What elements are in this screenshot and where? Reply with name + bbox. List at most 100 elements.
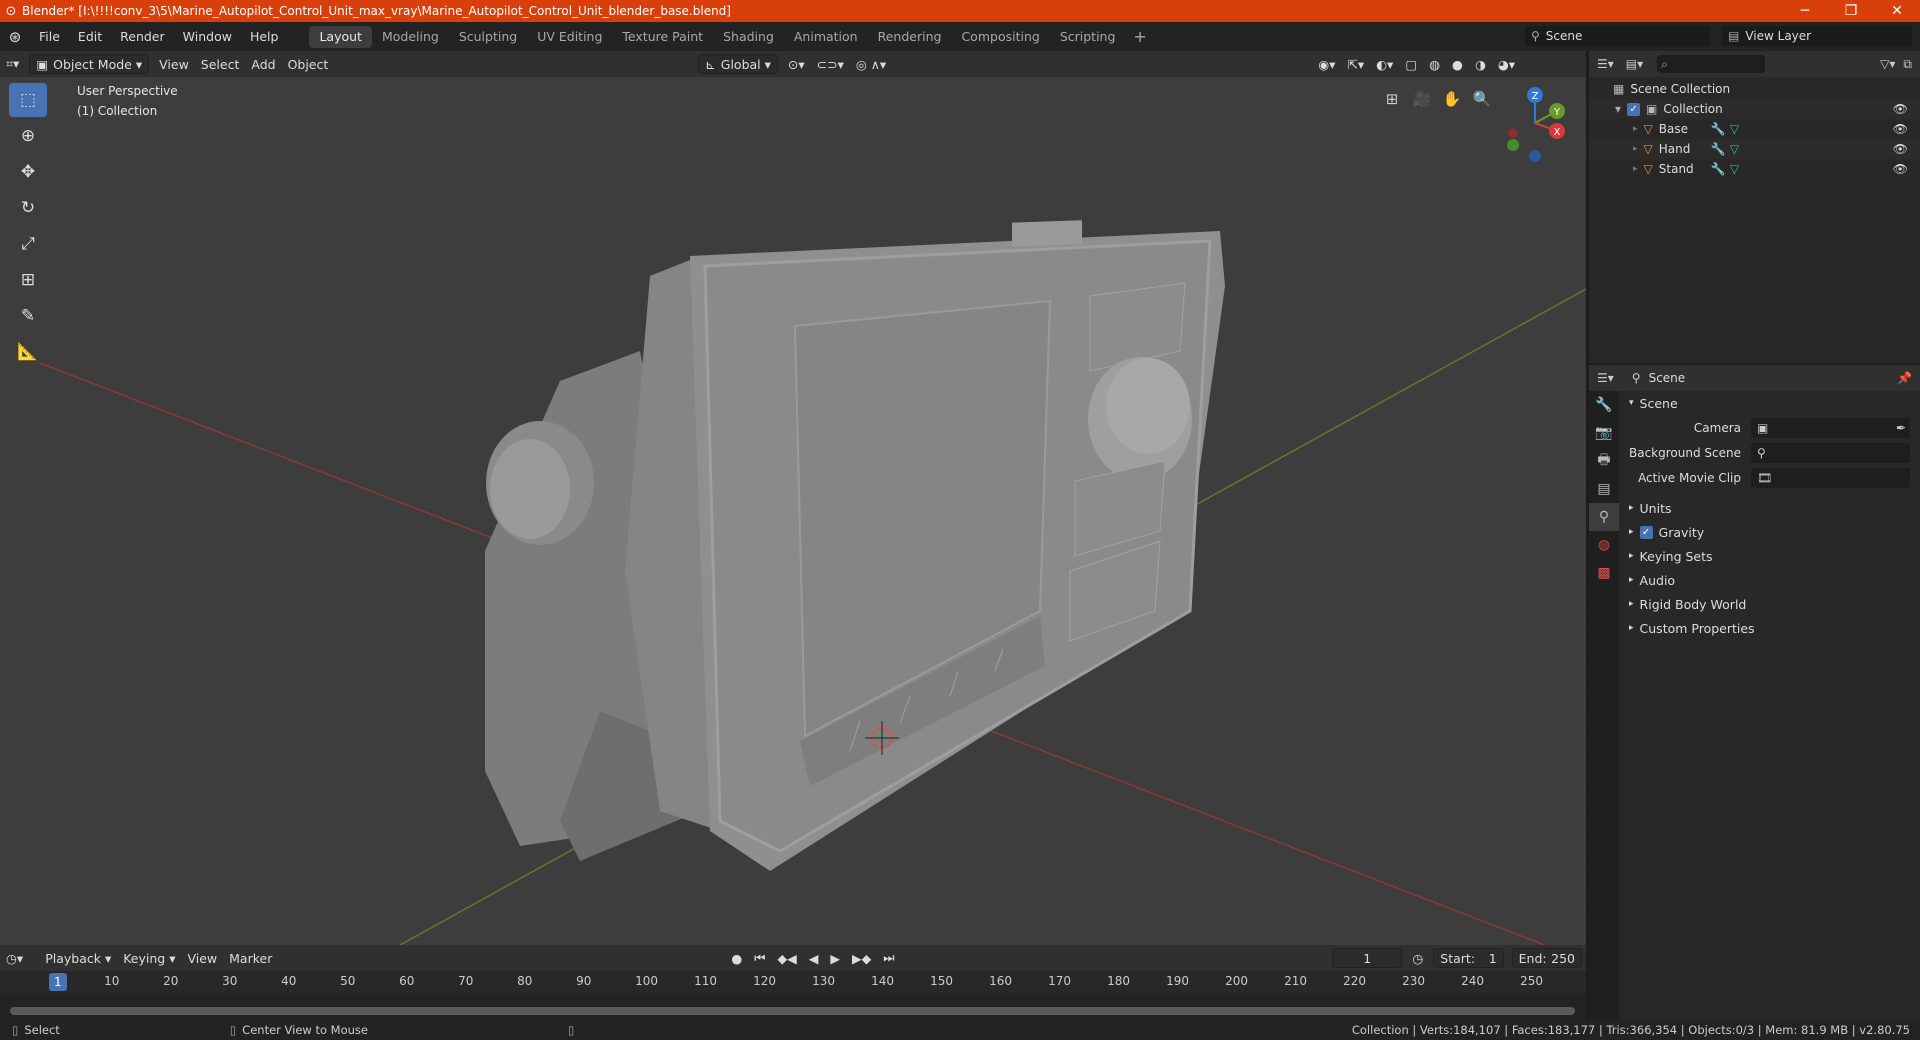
current-frame-marker[interactable]: 1	[49, 973, 67, 991]
timeline-view-menu[interactable]: View	[181, 948, 223, 968]
camera-selector[interactable]: ▣ ✒	[1751, 417, 1910, 438]
world-tab-icon[interactable]: ◍	[1589, 531, 1619, 559]
maximize-button[interactable]: ❐	[1828, 0, 1874, 22]
minimize-button[interactable]: ─	[1782, 0, 1828, 22]
scene-tab-icon[interactable]: ⚲	[1589, 503, 1619, 531]
select-box-icon[interactable]: ⬚	[9, 83, 47, 117]
tree-item-collection[interactable]: ▾ ✓ ▣ Collection 👁	[1589, 99, 1920, 119]
background-scene-selector[interactable]: ⚲	[1751, 442, 1910, 463]
3d-viewport[interactable]: ⌗▾ ▣ Object Mode ▾ View Select Add Object…	[0, 51, 1586, 945]
play-icon[interactable]: ▶	[824, 948, 846, 968]
overlays-icon[interactable]: ◐▾	[1370, 54, 1399, 74]
texture-tab-icon[interactable]: ▩	[1589, 559, 1619, 587]
scale-icon[interactable]: ⤢	[9, 227, 47, 261]
custom-properties-panel[interactable]: ▸ Custom Properties	[1621, 616, 1920, 640]
menu-window[interactable]: Window	[174, 29, 241, 44]
menu-help[interactable]: Help	[241, 29, 288, 44]
record-icon[interactable]: ●	[725, 948, 748, 968]
frame-ruler[interactable]: 1 10 20 30 40 50 60 70 80 90 100 110 120 130 140 150 160…	[0, 971, 1586, 993]
outliner-search-field[interactable]: ⌕	[1657, 55, 1766, 73]
pan-hand-icon[interactable]: ✋	[1438, 85, 1466, 113]
eye-icon[interactable]: 👁	[1893, 142, 1908, 156]
timeline-scrollbar[interactable]	[10, 1007, 1575, 1015]
mesh-data-icon[interactable]: ▽	[1730, 122, 1739, 136]
close-button[interactable]: ✕	[1874, 0, 1920, 22]
menu-add[interactable]: Add	[245, 54, 281, 74]
expand-stand-icon[interactable]: ▸	[1633, 164, 1638, 174]
gravity-checkbox[interactable]: ✓	[1639, 525, 1653, 539]
modifier-wrench-icon[interactable]: 🔧	[1711, 142, 1726, 156]
tree-item-hand[interactable]: ▸ ▽ Hand 🔧 ▽ 👁	[1589, 139, 1920, 159]
expand-base-icon[interactable]: ▸	[1633, 124, 1638, 134]
shading-wireframe-icon[interactable]: ◍	[1423, 54, 1446, 74]
auto-keying-clock-icon[interactable]: ◷	[1406, 948, 1429, 968]
expand-collection-icon[interactable]: ▾	[1615, 102, 1621, 116]
editor-type-icon[interactable]: ⌗▾	[0, 54, 25, 74]
marker-menu[interactable]: Marker	[223, 948, 278, 968]
menu-object[interactable]: Object	[282, 54, 335, 74]
tree-item-scene-collection[interactable]: ▦ Scene Collection	[1589, 79, 1920, 99]
start-frame-field[interactable]: Start: 1	[1433, 948, 1504, 968]
xray-icon[interactable]: ▢	[1399, 54, 1423, 74]
tool-tab-icon[interactable]: 🔧	[1589, 391, 1619, 419]
output-tab-icon[interactable]: 🖶	[1589, 447, 1619, 475]
tab-shading[interactable]: Shading	[713, 26, 784, 48]
tab-compositing[interactable]: Compositing	[951, 26, 1049, 48]
mesh-data-icon[interactable]: ▽	[1730, 162, 1739, 176]
filter-icon[interactable]: ▽▾	[1880, 57, 1895, 71]
orientation-selector[interactable]: ⊾ Global ▾	[698, 54, 778, 74]
rigid-body-world-panel[interactable]: ▸ Rigid Body World	[1621, 592, 1920, 616]
tab-texture-paint[interactable]: Texture Paint	[612, 26, 713, 48]
end-frame-field[interactable]: End: 250	[1511, 948, 1583, 968]
next-keyframe-icon[interactable]: ▶◆	[846, 948, 877, 968]
keying-menu[interactable]: Keying ▾	[117, 948, 181, 968]
movie-clip-selector[interactable]: 🎞	[1751, 467, 1910, 488]
current-frame-field[interactable]: 1	[1332, 948, 1403, 968]
view-layer-tab-icon[interactable]: ▤	[1589, 475, 1619, 503]
move-icon[interactable]: ✥	[9, 155, 47, 189]
tab-uv-editing[interactable]: UV Editing	[527, 26, 612, 48]
cursor-icon[interactable]: ⊕	[9, 119, 47, 153]
menu-select[interactable]: Select	[195, 54, 246, 74]
gizmo-icon[interactable]: ⇱▾	[1341, 54, 1370, 74]
playback-menu[interactable]: Playback ▾	[39, 948, 117, 968]
menu-edit[interactable]: Edit	[69, 29, 111, 44]
add-workspace-icon[interactable]: +	[1125, 27, 1154, 46]
measure-icon[interactable]: 📐	[9, 335, 47, 369]
timeline-editor-icon[interactable]: ◷▾	[0, 948, 29, 968]
mode-selector[interactable]: ▣ Object Mode ▾	[29, 54, 150, 74]
properties-editor-icon[interactable]: ☰▾	[1597, 371, 1614, 385]
proportional-edit-icon[interactable]: ◎ ∧▾	[850, 54, 892, 74]
tab-rendering[interactable]: Rendering	[868, 26, 952, 48]
tree-item-stand[interactable]: ▸ ▽ Stand 🔧 ▽ 👁	[1589, 159, 1920, 179]
grid-view-icon[interactable]: ⊞	[1378, 85, 1406, 113]
annotate-icon[interactable]: ✎	[9, 299, 47, 333]
tree-item-base[interactable]: ▸ ▽ Base 🔧 ▽ 👁	[1589, 119, 1920, 139]
snap-icon[interactable]: ⊂⊃▾	[811, 54, 850, 74]
units-panel[interactable]: ▸ Units	[1621, 496, 1920, 520]
shading-solid-icon[interactable]: ●	[1446, 54, 1469, 74]
jump-end-icon[interactable]: ⏭	[877, 948, 900, 968]
jump-start-icon[interactable]: ⏮	[748, 948, 771, 968]
zoom-icon[interactable]: 🔍	[1468, 85, 1496, 113]
transform-icon[interactable]: ⊞	[9, 263, 47, 297]
pin-icon[interactable]: 📌	[1897, 371, 1912, 385]
eye-icon[interactable]: 👁	[1893, 102, 1908, 116]
tab-sculpting[interactable]: Sculpting	[449, 26, 527, 48]
scene-section-header[interactable]: ▾ Scene	[1621, 391, 1920, 415]
shading-material-icon[interactable]: ◑	[1469, 54, 1492, 74]
blender-menu-icon[interactable]: ⊛	[0, 28, 30, 46]
render-tab-icon[interactable]: 📷	[1589, 419, 1619, 447]
pivot-icon[interactable]: ⊙▾	[782, 54, 811, 74]
modifier-wrench-icon[interactable]: 🔧	[1711, 122, 1726, 136]
new-collection-icon[interactable]: ⧉	[1903, 57, 1912, 72]
gravity-panel[interactable]: ▸ ✓ Gravity	[1621, 520, 1920, 544]
modifier-wrench-icon[interactable]: 🔧	[1711, 162, 1726, 176]
scene-selector[interactable]: ⚲ Scene	[1525, 26, 1710, 46]
tab-layout[interactable]: Layout	[309, 25, 372, 48]
outliner-editor-icon[interactable]: ☰▾	[1597, 57, 1614, 71]
menu-render[interactable]: Render	[111, 29, 174, 44]
eye-icon[interactable]: 👁	[1893, 122, 1908, 136]
expand-hand-icon[interactable]: ▸	[1633, 144, 1638, 154]
mesh-data-icon[interactable]: ▽	[1730, 142, 1739, 156]
